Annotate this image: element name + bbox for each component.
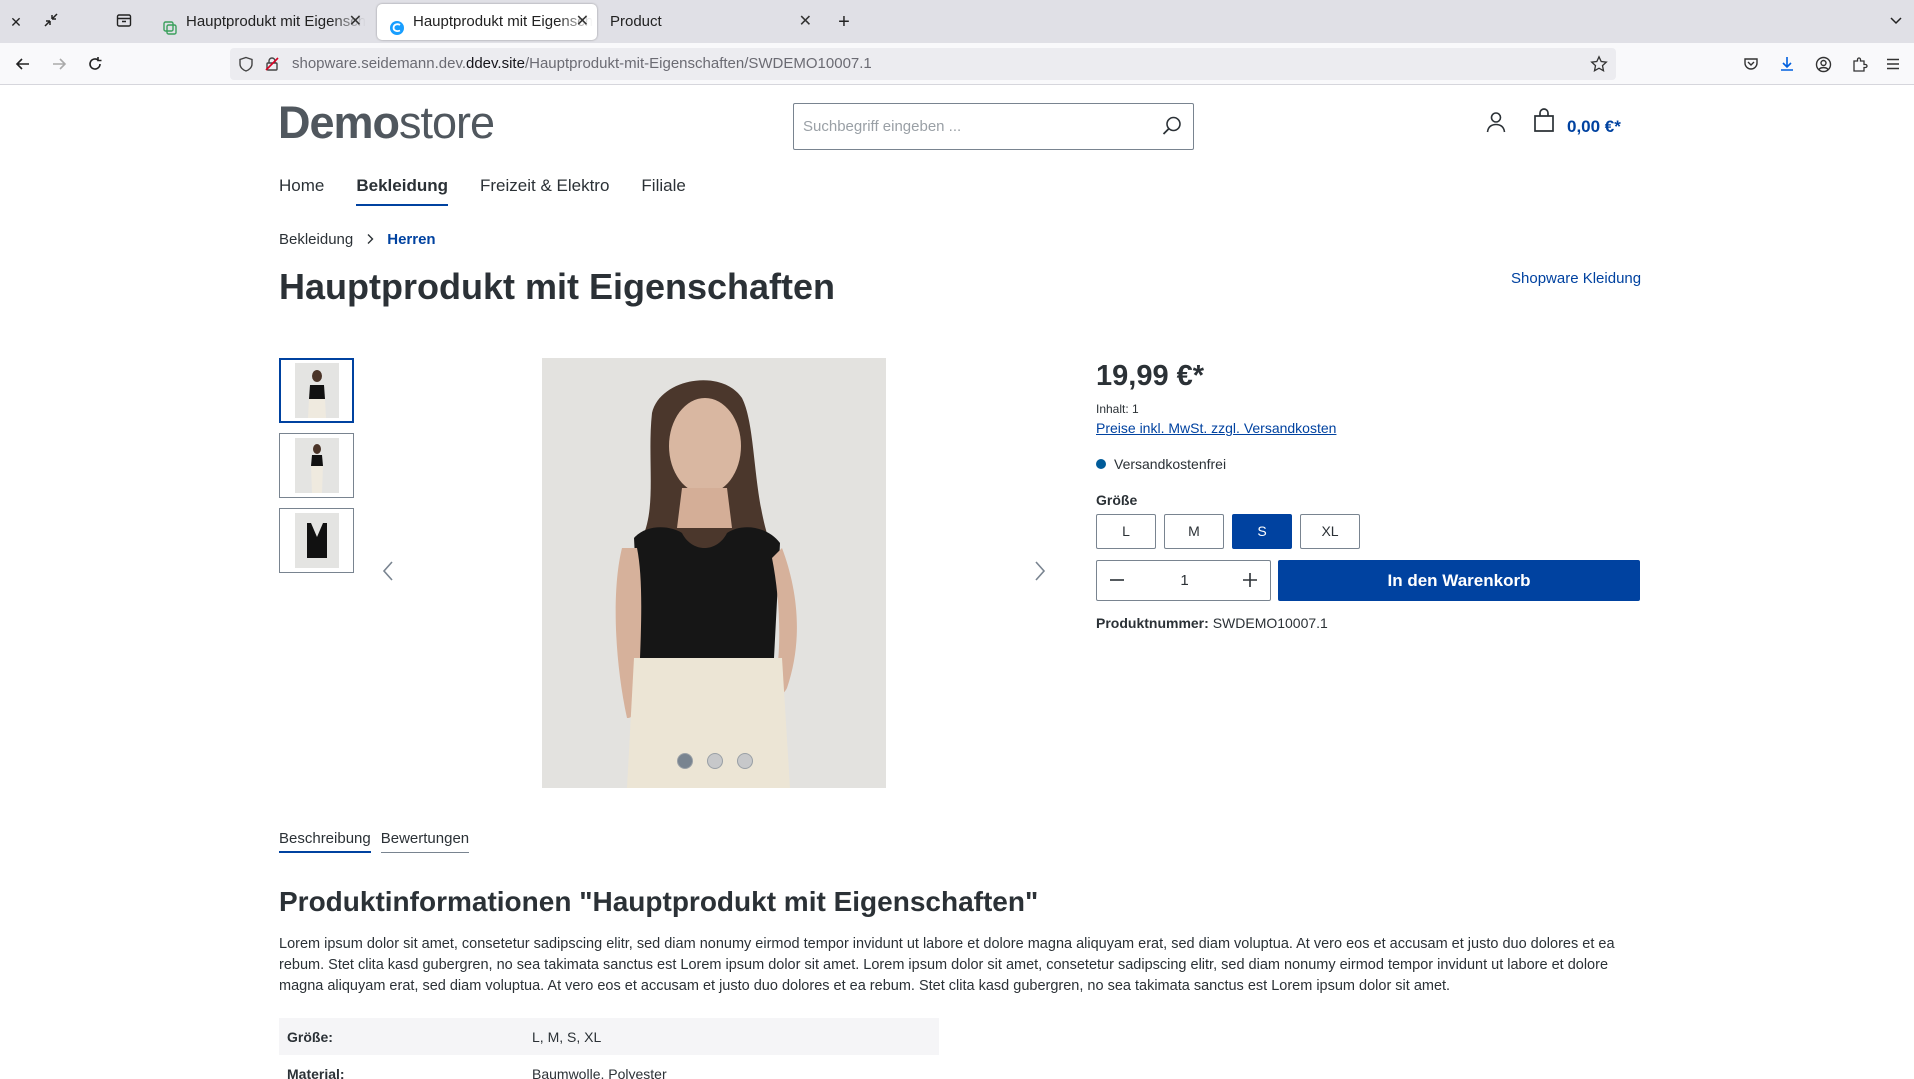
collapse-icon[interactable] bbox=[41, 12, 61, 32]
tab-manager-icon[interactable] bbox=[114, 12, 134, 32]
chevron-right-icon bbox=[365, 232, 375, 248]
url-bar[interactable]: shopware.seidemann.dev.ddev.site/Hauptpr… bbox=[230, 48, 1616, 80]
tab-label: Hauptprodukt mit Eigenschaften bbox=[413, 13, 593, 30]
shipping-info: Versandkostenfrei bbox=[1096, 456, 1226, 472]
new-tab-icon[interactable]: + bbox=[834, 12, 854, 32]
search-icon[interactable] bbox=[1161, 115, 1183, 137]
tab-description[interactable]: Beschreibung bbox=[279, 830, 371, 853]
cart-icon[interactable] bbox=[1531, 108, 1557, 134]
breadcrumb: Bekleidung Herren bbox=[279, 231, 436, 248]
breadcrumb-current[interactable]: Herren bbox=[387, 231, 435, 248]
product-image[interactable] bbox=[542, 358, 886, 788]
property-name: Material: bbox=[287, 1065, 345, 1079]
gallery-dot[interactable] bbox=[737, 753, 753, 769]
product-thumbnail-image bbox=[294, 438, 339, 493]
add-to-cart-button[interactable]: In den Warenkorb bbox=[1278, 560, 1640, 601]
product-number-label: Produktnummer: bbox=[1096, 615, 1209, 631]
gallery-dot[interactable] bbox=[677, 753, 693, 769]
nav-item-bekleidung[interactable]: Bekleidung bbox=[356, 176, 448, 206]
gallery-dot[interactable] bbox=[707, 753, 723, 769]
shopware-icon bbox=[389, 14, 405, 35]
size-options: L M S XL bbox=[1096, 514, 1360, 549]
gallery-next-icon[interactable] bbox=[1027, 559, 1051, 583]
browser-navbar: shopware.seidemann.dev.ddev.site/Hauptpr… bbox=[0, 43, 1914, 85]
product-thumbnail-image bbox=[294, 513, 339, 568]
nav-item-home[interactable]: Home bbox=[279, 176, 324, 206]
menu-icon[interactable] bbox=[1882, 53, 1904, 75]
size-option-m[interactable]: M bbox=[1164, 514, 1224, 549]
properties-table: Größe: L, M, S, XL Material: Baumwolle, … bbox=[279, 1018, 939, 1079]
storefront-page: Demostore 0,00 €* Home Bekleidung Freize… bbox=[0, 86, 1914, 1079]
nav-item-freizeit-elektro[interactable]: Freizeit & Elektro bbox=[480, 176, 609, 206]
browser-tab-2[interactable]: Hauptprodukt mit Eigenschaften ✕ bbox=[377, 4, 597, 40]
gallery-dots bbox=[677, 753, 753, 769]
page-icon bbox=[162, 14, 178, 35]
product-number: Produktnummer: SWDEMO10007.1 bbox=[1096, 615, 1328, 631]
url-text[interactable]: shopware.seidemann.dev.ddev.site/Hauptpr… bbox=[292, 48, 872, 80]
tab-reviews[interactable]: Bewertungen bbox=[380, 830, 470, 853]
store-logo[interactable]: Demostore bbox=[278, 97, 495, 149]
quantity-stepper: 1 bbox=[1096, 560, 1271, 601]
back-icon[interactable] bbox=[12, 53, 34, 75]
property-value: Baumwolle, Polyester bbox=[532, 1065, 667, 1079]
cart-total[interactable]: 0,00 €* bbox=[1567, 117, 1621, 137]
download-icon[interactable] bbox=[1776, 53, 1798, 75]
bookmark-star-icon[interactable] bbox=[1590, 55, 1608, 78]
account-icon[interactable] bbox=[1812, 53, 1834, 75]
quantity-input[interactable]: 1 bbox=[1147, 561, 1222, 600]
product-price: 19,99 €* bbox=[1096, 360, 1205, 392]
pocket-icon[interactable] bbox=[1740, 53, 1762, 75]
size-label: Größe bbox=[1096, 492, 1138, 508]
breadcrumb-parent[interactable]: Bekleidung bbox=[279, 231, 353, 248]
reload-icon[interactable] bbox=[84, 53, 106, 75]
description-title: Produktinformationen "Hauptprodukt mit E… bbox=[279, 886, 1039, 917]
manufacturer-link[interactable]: Shopware Kleidung bbox=[1511, 270, 1641, 287]
product-detail-tabs: Beschreibung Bewertungen bbox=[279, 830, 470, 853]
extensions-icon[interactable] bbox=[1848, 53, 1870, 75]
product-title: Hauptprodukt mit Eigenschaften bbox=[279, 266, 836, 307]
plus-icon[interactable] bbox=[1238, 568, 1262, 592]
property-name: Größe: bbox=[287, 1028, 333, 1045]
shipping-text: Versandkostenfrei bbox=[1114, 456, 1227, 472]
nav-item-filiale[interactable]: Filiale bbox=[641, 176, 685, 206]
size-option-s[interactable]: S bbox=[1232, 514, 1292, 549]
gallery-thumbnail[interactable] bbox=[279, 433, 354, 498]
tab-close-icon[interactable]: ✕ bbox=[799, 4, 812, 40]
browser-tab-3[interactable]: Product ✕ bbox=[600, 4, 820, 40]
search-form bbox=[793, 103, 1194, 150]
minus-icon[interactable] bbox=[1105, 568, 1129, 592]
size-option-l[interactable]: L bbox=[1096, 514, 1156, 549]
main-navigation: Home Bekleidung Freizeit & Elektro Filia… bbox=[279, 176, 686, 206]
table-row: Material: Baumwolle, Polyester bbox=[279, 1055, 939, 1079]
search-input[interactable] bbox=[794, 104, 1144, 149]
close-icon[interactable]: ✕ bbox=[6, 12, 26, 32]
chevron-down-icon[interactable] bbox=[1886, 12, 1906, 32]
property-value: L, M, S, XL bbox=[532, 1028, 602, 1045]
gallery-thumbnail[interactable] bbox=[279, 508, 354, 573]
forward-icon[interactable] bbox=[48, 53, 70, 75]
table-row: Größe: L, M, S, XL bbox=[279, 1018, 939, 1055]
tab-label: Hauptprodukt mit Eigenschaften bbox=[186, 13, 366, 30]
product-thumbnail-image bbox=[294, 363, 339, 418]
browser-tab-1[interactable]: Hauptprodukt mit Eigenschaften ✕ bbox=[150, 4, 370, 40]
delivery-status-icon bbox=[1096, 459, 1106, 469]
tax-shipping-link[interactable]: Preise inkl. MwSt. zzgl. Versandkosten bbox=[1096, 420, 1336, 436]
product-content: Inhalt: 1 bbox=[1096, 402, 1139, 416]
tab-close-icon[interactable]: ✕ bbox=[576, 4, 589, 40]
tab-close-icon[interactable]: ✕ bbox=[349, 4, 362, 40]
insecure-lock-icon[interactable] bbox=[264, 56, 280, 77]
product-number-value: SWDEMO10007.1 bbox=[1212, 615, 1328, 631]
tab-label: Product bbox=[610, 13, 662, 30]
browser-tabbar: ✕ Hauptprodukt mit Eigenschaften ✕ Haupt… bbox=[0, 0, 1914, 43]
user-icon[interactable] bbox=[1484, 110, 1508, 134]
gallery-prev-icon[interactable] bbox=[377, 559, 401, 583]
gallery-thumbnail[interactable] bbox=[279, 358, 354, 423]
shield-icon[interactable] bbox=[238, 56, 254, 77]
description-text: Lorem ipsum dolor sit amet, consetetur s… bbox=[279, 936, 1615, 994]
size-option-xl[interactable]: XL bbox=[1300, 514, 1360, 549]
